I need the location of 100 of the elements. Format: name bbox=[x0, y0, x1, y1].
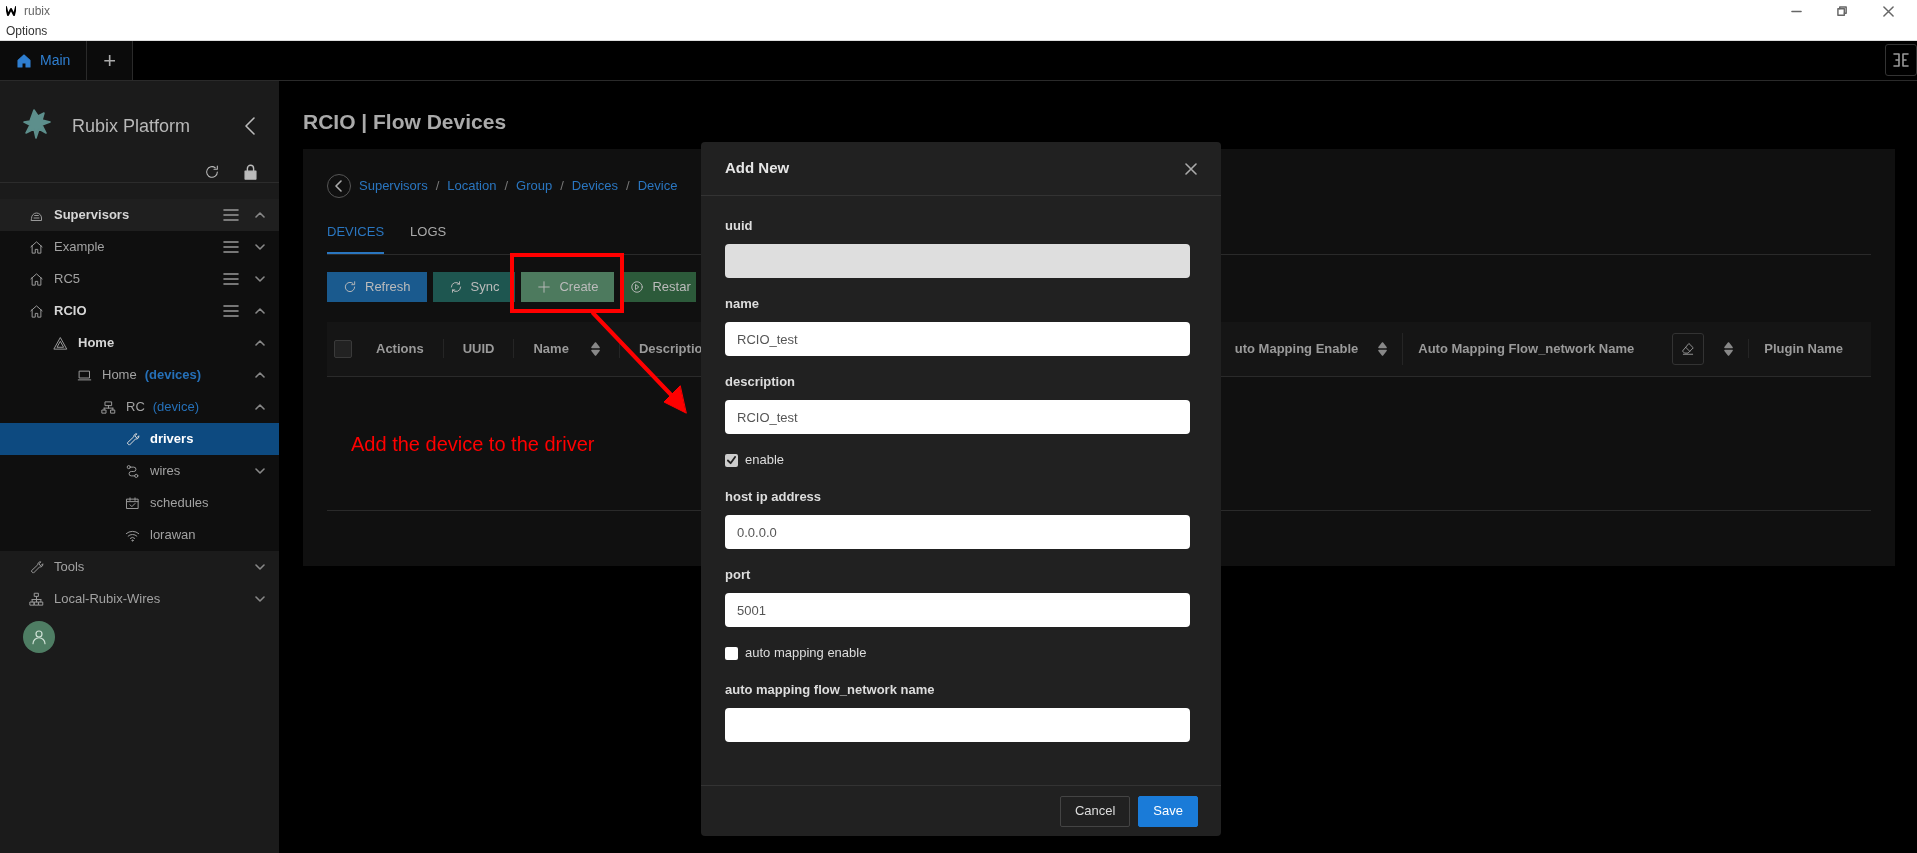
breadcrumb-link[interactable]: Device bbox=[637, 176, 678, 196]
tree-item[interactable]: schedules bbox=[0, 487, 279, 519]
home-icon bbox=[16, 52, 32, 69]
collapse-icon[interactable] bbox=[243, 116, 257, 136]
field-label: auto mapping flow_network name bbox=[725, 682, 936, 698]
breadcrumb-separator: / bbox=[504, 177, 509, 196]
window-title: rubix bbox=[24, 3, 51, 20]
dialog-title: Add New bbox=[725, 158, 790, 179]
column-header: Auto Mapping Flow_network Name bbox=[1418, 339, 1635, 358]
save-button[interactable]: Save bbox=[1138, 795, 1198, 827]
network-icon bbox=[101, 399, 116, 415]
chevron-up-icon[interactable] bbox=[255, 212, 265, 218]
chevron-down-icon[interactable] bbox=[255, 564, 265, 570]
close-icon[interactable] bbox=[1185, 162, 1197, 175]
breadcrumb-link[interactable]: Devices bbox=[571, 176, 619, 196]
column-header: UUID bbox=[462, 339, 495, 358]
field-label: host ip address bbox=[725, 489, 823, 505]
triangle-icon bbox=[53, 335, 68, 351]
breadcrumb-link[interactable]: Location bbox=[447, 176, 497, 196]
app-tab[interactable]: Main bbox=[0, 41, 88, 80]
house-icon bbox=[29, 239, 44, 255]
tab[interactable]: DEVICES bbox=[327, 214, 385, 254]
lock-icon[interactable] bbox=[244, 163, 257, 180]
checkmark-icon bbox=[727, 455, 736, 465]
cancel-button[interactable]: Cancel bbox=[1059, 795, 1131, 827]
sort-icon[interactable] bbox=[1378, 341, 1388, 356]
toolbar-button[interactable]: Refresh bbox=[327, 271, 427, 302]
checkbox-label: enable bbox=[745, 451, 785, 470]
app-logo-icon bbox=[6, 6, 16, 16]
split-view-button[interactable] bbox=[1885, 44, 1917, 76]
tree-item[interactable]: wires bbox=[0, 455, 279, 487]
tree-item[interactable]: Local-Rubix-Wires bbox=[0, 583, 279, 615]
menu-icon[interactable] bbox=[223, 240, 239, 254]
chevron-down-icon[interactable] bbox=[255, 276, 265, 282]
chevron-down-icon[interactable] bbox=[255, 244, 265, 250]
tree-item[interactable]: Tools bbox=[0, 551, 279, 583]
filter-button[interactable] bbox=[1672, 332, 1705, 365]
sort-icon[interactable] bbox=[590, 341, 600, 356]
menu-icon[interactable] bbox=[223, 304, 239, 318]
tree-item[interactable]: Example bbox=[0, 231, 279, 263]
chevron-down-icon[interactable] bbox=[255, 596, 265, 602]
laptop-icon bbox=[77, 367, 92, 383]
eraser-icon bbox=[1681, 341, 1696, 356]
breadcrumb-link[interactable]: Group bbox=[516, 176, 553, 196]
hierarchy-icon bbox=[29, 591, 44, 607]
checkbox[interactable] bbox=[725, 646, 738, 660]
sort-icon[interactable] bbox=[1724, 341, 1734, 356]
input-field[interactable]: RCIO_test bbox=[725, 322, 1190, 356]
breadcrumb-separator: / bbox=[560, 177, 564, 196]
tree-item[interactable]: drivers bbox=[0, 423, 279, 455]
chevron-up-icon[interactable] bbox=[255, 372, 265, 378]
tab[interactable]: LOGS bbox=[410, 214, 447, 254]
sync-icon bbox=[448, 279, 463, 294]
annotation-text: Add the device to the driver bbox=[351, 432, 595, 457]
menu-item[interactable]: Options bbox=[6, 22, 48, 40]
app-tab[interactable]: + bbox=[87, 41, 134, 80]
restore-icon[interactable] bbox=[1836, 5, 1848, 17]
chevron-up-icon[interactable] bbox=[255, 308, 265, 314]
column-header: Actions bbox=[376, 339, 424, 358]
input-field[interactable] bbox=[725, 708, 1190, 742]
chevron-up-icon[interactable] bbox=[255, 404, 265, 410]
breadcrumb-separator: / bbox=[435, 177, 440, 196]
calendar-icon bbox=[125, 495, 140, 511]
split-view-icon bbox=[1893, 52, 1909, 68]
tree-item[interactable]: RC (device) bbox=[0, 391, 279, 423]
refresh-icon[interactable] bbox=[204, 163, 220, 180]
checkbox[interactable] bbox=[334, 339, 352, 358]
tree-item[interactable]: Home bbox=[0, 327, 279, 359]
sidebar-title: Rubix Platform bbox=[72, 114, 192, 138]
page-title: RCIO | Flow Devices bbox=[303, 109, 508, 135]
chevron-left-icon bbox=[335, 180, 343, 193]
tree-item[interactable]: Supervisors bbox=[0, 199, 279, 231]
tree-item[interactable]: RC5 bbox=[0, 263, 279, 295]
input-field[interactable]: 0.0.0.0 bbox=[725, 515, 1190, 549]
refresh-icon bbox=[343, 279, 357, 294]
chevron-up-icon[interactable] bbox=[255, 340, 265, 346]
person-icon bbox=[30, 628, 48, 646]
tree-item[interactable]: RCIO bbox=[0, 295, 279, 327]
checkbox[interactable] bbox=[725, 453, 738, 467]
close-icon[interactable] bbox=[1882, 5, 1894, 17]
toolbar-button[interactable]: Sync bbox=[432, 271, 516, 302]
field-label: name bbox=[725, 296, 760, 312]
input-field[interactable]: 5001 bbox=[725, 593, 1190, 627]
menu-icon[interactable] bbox=[223, 208, 239, 222]
wrench-icon bbox=[29, 559, 44, 575]
checkbox-label: auto mapping enable bbox=[745, 644, 867, 663]
menu-icon[interactable] bbox=[223, 272, 239, 286]
plus-icon bbox=[537, 279, 552, 294]
tree-item[interactable]: lorawan bbox=[0, 519, 279, 551]
wrench-icon bbox=[125, 431, 140, 447]
tree-item[interactable]: Home (devices) bbox=[0, 359, 279, 391]
field-label: port bbox=[725, 567, 752, 583]
chevron-down-icon[interactable] bbox=[255, 468, 265, 474]
breadcrumb-link[interactable]: Supervisors bbox=[359, 176, 428, 196]
field-label: description bbox=[725, 374, 797, 390]
house-icon bbox=[29, 271, 44, 287]
play-circle-icon bbox=[630, 279, 645, 294]
input-field[interactable]: RCIO_test bbox=[725, 400, 1190, 434]
breadcrumb-separator: / bbox=[626, 177, 630, 196]
column-header: Descriptio bbox=[638, 339, 703, 358]
